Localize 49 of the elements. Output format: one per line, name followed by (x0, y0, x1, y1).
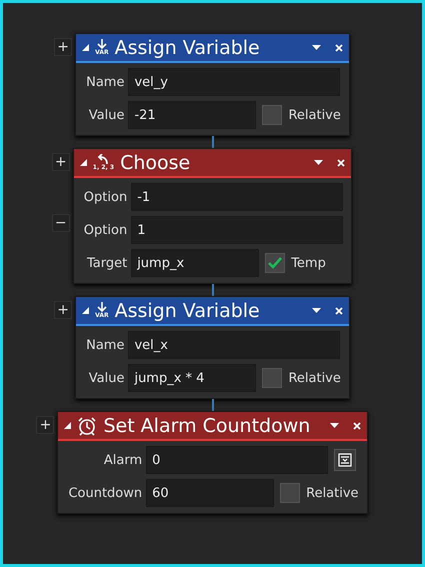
checkbox-label: Relative (288, 370, 341, 386)
remove-button[interactable]: − (52, 214, 70, 232)
close-icon[interactable] (334, 44, 343, 52)
input-field[interactable]: 1 (131, 216, 344, 244)
collapse-icon[interactable] (64, 422, 72, 429)
field-label: Countdown (67, 486, 142, 500)
add-button[interactable]: + (54, 38, 72, 56)
field-label: Value (88, 108, 124, 122)
dropdown-icon[interactable] (312, 45, 321, 50)
dropdown-icon[interactable] (312, 308, 321, 313)
close-icon[interactable] (337, 158, 346, 166)
close-icon[interactable] (334, 306, 343, 314)
dropdown-icon[interactable] (314, 160, 324, 165)
close-icon[interactable] (352, 422, 361, 430)
block-title: Assign Variable (114, 300, 261, 322)
add-button[interactable]: + (52, 153, 70, 171)
field-label: Option (82, 190, 128, 204)
checkbox[interactable] (262, 368, 282, 388)
checkbox[interactable] (265, 253, 286, 273)
dropdown-icon[interactable] (330, 423, 339, 428)
block-title: Assign Variable (114, 36, 261, 58)
block-title: Choose (120, 152, 192, 174)
field-label: Option (82, 222, 128, 238)
add-button[interactable]: + (54, 301, 72, 319)
field-label: Name (85, 74, 124, 90)
checkbox-label: Relative (306, 486, 359, 500)
collapse-icon[interactable] (82, 307, 90, 314)
input-field[interactable]: vel_y (128, 68, 340, 96)
input-field[interactable]: jump_x * 4 (128, 364, 256, 392)
add-button[interactable]: + (36, 416, 54, 434)
block-title: Set Alarm Countdown (103, 414, 312, 436)
collapse-icon[interactable] (80, 159, 87, 166)
input-field[interactable]: -1 (131, 183, 344, 211)
input-field[interactable]: 60 (146, 479, 274, 507)
input-field[interactable]: vel_x (128, 331, 340, 359)
checkbox-label: Temp (291, 256, 326, 270)
checkbox-label: Relative (288, 108, 341, 122)
checkbox[interactable] (280, 483, 300, 503)
field-label: Name (85, 338, 124, 352)
alarm-clock-icon (77, 416, 98, 436)
collapse-icon[interactable] (82, 44, 90, 51)
list-menu-button[interactable] (334, 449, 356, 471)
input-field[interactable]: 0 (146, 446, 328, 474)
field-label: Target (86, 256, 128, 270)
input-field[interactable]: -21 (128, 101, 256, 129)
field-label: Alarm (102, 452, 142, 468)
field-label: Value (88, 370, 124, 386)
input-field[interactable]: jump_x (131, 249, 260, 277)
checkbox[interactable] (262, 105, 282, 125)
